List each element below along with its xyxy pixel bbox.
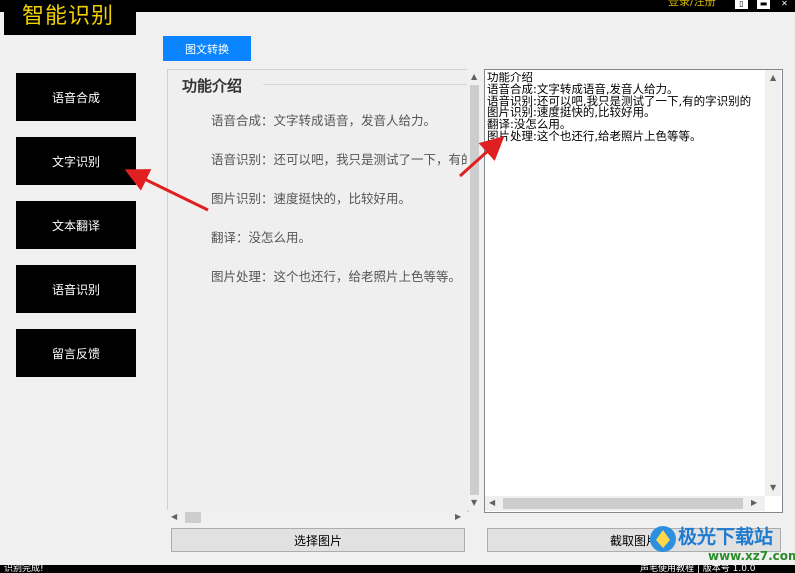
restore-icon[interactable]: ▯: [735, 0, 748, 9]
feature-item: 图片识别：速度挺快的，比较好用。: [211, 191, 412, 206]
result-textbox[interactable]: 功能介绍 语音合成:文字转成语音,发音人给力。 语音识别:还可以吧,我只是测试了…: [484, 69, 783, 513]
feature-intro-panel: 功能介绍 语音合成：文字转成语音，发音人给力。 语音识别：还可以吧，我只是测试了…: [167, 69, 469, 512]
status-bar: 识别完成! 声毛使用教程 | 版本号 1.0.0: [0, 565, 795, 573]
intro-divider: [263, 84, 468, 85]
sidebar-item-label: 语音识别: [51, 282, 100, 297]
sidebar-item-feedback[interactable]: 留言反馈: [16, 329, 136, 377]
feature-item: 翻译：没怎么用。: [211, 230, 312, 245]
sidebar-item-text-translation[interactable]: 文本翻译: [16, 201, 136, 249]
status-text-right: 声毛使用教程 | 版本号 1.0.0: [640, 565, 756, 573]
app-title: 智能识别: [22, 4, 115, 29]
feature-item: 语音合成：文字转成语音，发音人给力。: [211, 113, 437, 128]
select-image-button[interactable]: 选择图片: [171, 528, 465, 552]
tab-image-text-conversion[interactable]: 图文转换: [163, 36, 251, 61]
scroll-thumb[interactable]: [470, 85, 479, 495]
scroll-thumb[interactable]: [503, 498, 743, 509]
select-image-label: 选择图片: [293, 533, 342, 548]
minimize-icon[interactable]: ▬: [757, 0, 770, 9]
watermark-logo-icon: [650, 526, 676, 552]
sidebar-item-label: 文本翻译: [51, 218, 100, 233]
sidebar-item-speech-recognition[interactable]: 语音识别: [16, 265, 136, 313]
right-horizontal-scrollbar[interactable]: ◀ ▶: [485, 496, 765, 511]
scroll-down-icon[interactable]: ▼: [471, 499, 477, 507]
scroll-down-icon[interactable]: ▼: [770, 484, 776, 492]
left-vertical-scrollbar[interactable]: ▲ ▼: [467, 69, 482, 510]
right-vertical-scrollbar[interactable]: ▲ ▼: [765, 70, 781, 496]
sidebar-item-text-recognition[interactable]: 文字识别: [16, 137, 136, 185]
app-title-box: 智能识别: [4, 0, 136, 35]
close-icon[interactable]: ✕: [778, 0, 791, 9]
sidebar-item-speech-synthesis[interactable]: 语音合成: [16, 73, 136, 121]
scroll-right-icon[interactable]: ▶: [455, 513, 461, 521]
feature-item: 图片处理：这个也还行，给老照片上色等等。: [211, 269, 462, 284]
tab-label: 图文转换: [185, 42, 229, 56]
sidebar-item-label: 文字识别: [51, 154, 100, 169]
scroll-up-icon[interactable]: ▲: [770, 74, 776, 82]
intro-title: 功能介绍: [182, 77, 243, 95]
scroll-left-icon[interactable]: ◀: [489, 499, 495, 507]
sidebar-item-label: 留言反馈: [51, 346, 100, 361]
result-text[interactable]: 功能介绍 语音合成:文字转成语音,发音人给力。 语音识别:还可以吧,我只是测试了…: [487, 72, 767, 143]
login-link[interactable]: 登录/注册: [668, 0, 716, 8]
scroll-left-icon[interactable]: ◀: [171, 513, 177, 521]
watermark-text: 极光下载站: [678, 526, 774, 548]
scroll-thumb[interactable]: [185, 512, 201, 523]
left-horizontal-scrollbar[interactable]: ◀ ▶: [167, 510, 467, 525]
scroll-right-icon[interactable]: ▶: [751, 499, 757, 507]
feature-item: 语音识别：还可以吧，我只是测试了一下，有的字识别的: [211, 152, 468, 167]
scroll-up-icon[interactable]: ▲: [471, 73, 477, 81]
sidebar-item-label: 语音合成: [51, 90, 100, 105]
status-text-left: 识别完成!: [4, 565, 44, 573]
watermark-url: www.xz7.com: [708, 549, 795, 563]
watermark: 极光下载站 www.xz7.com: [648, 520, 795, 566]
